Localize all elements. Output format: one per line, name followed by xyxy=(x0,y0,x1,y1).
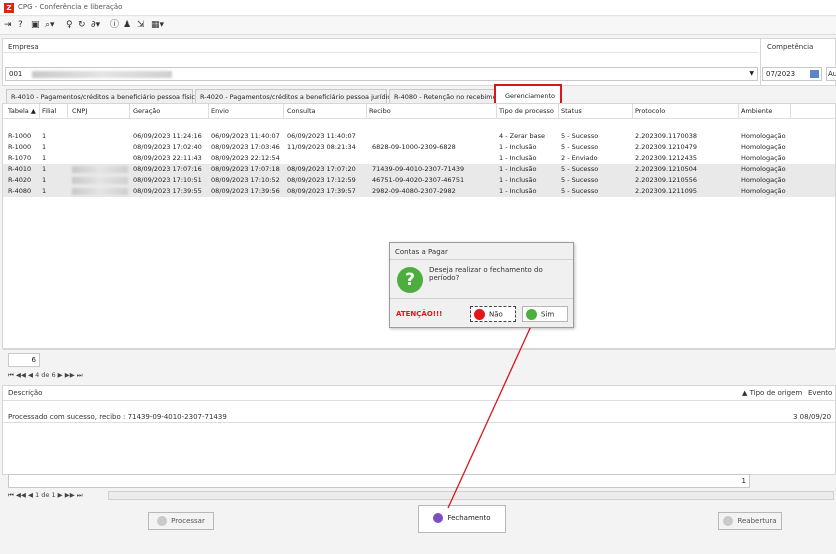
no-button[interactable]: Não xyxy=(470,306,516,322)
dialog-title: Contas a Pagar xyxy=(395,248,448,256)
no-label: Não xyxy=(489,310,503,319)
dialog-message: Deseja realizar o fechamento do período? xyxy=(429,266,543,282)
divider xyxy=(390,259,573,260)
confirm-dialog: Contas a Pagar ? Deseja realizar o fecha… xyxy=(389,242,574,328)
yes-button[interactable]: Sim xyxy=(522,306,568,322)
check-icon xyxy=(526,309,537,320)
question-icon: ? xyxy=(397,267,423,293)
x-icon xyxy=(474,309,485,320)
warning-text: ATENÇÃO!!! xyxy=(396,310,443,318)
divider xyxy=(390,298,573,299)
yes-label: Sim xyxy=(541,310,555,319)
